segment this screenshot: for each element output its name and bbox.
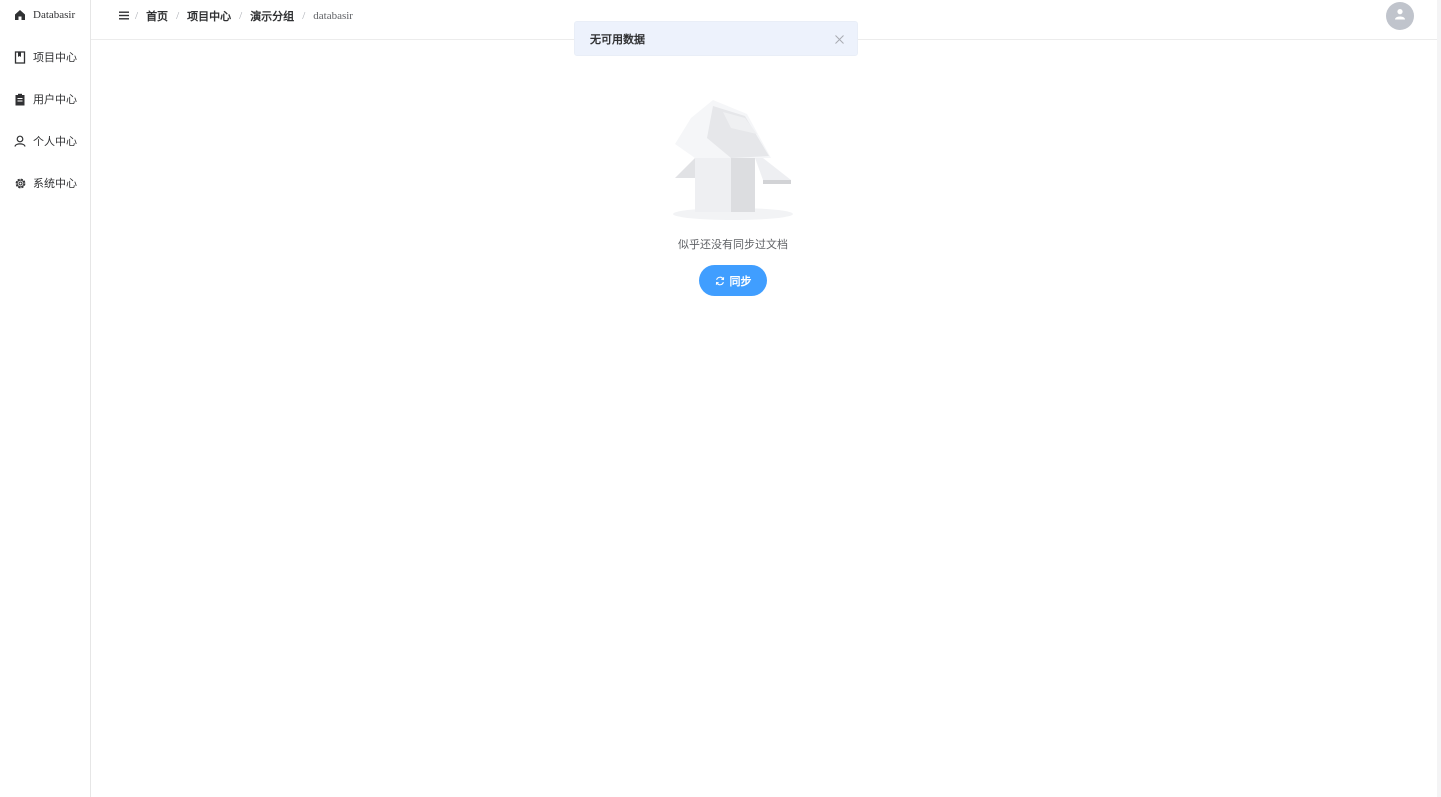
sidebar-item-label: 系统中心: [33, 178, 77, 190]
bookmark-icon: [13, 50, 27, 64]
menu-toggle-button[interactable]: [118, 9, 130, 23]
sidebar-item-label: 项目中心: [33, 52, 77, 64]
breadcrumb-separator: /: [239, 10, 243, 22]
breadcrumb-separator: /: [135, 10, 139, 22]
sidebar-item-label: 个人中心: [33, 136, 77, 148]
sidebar-item-label: Databasir: [33, 9, 76, 21]
menu-icon: [119, 7, 129, 25]
empty-box-illustration: [671, 98, 795, 222]
clipboard-icon: [13, 92, 27, 106]
breadcrumb: / 首页 / 项目中心 / 演示分组 / databasir: [135, 8, 353, 24]
refresh-icon: [715, 276, 725, 286]
user-avatar-icon: [1394, 7, 1406, 25]
breadcrumb-projects[interactable]: 项目中心: [187, 8, 231, 24]
sidebar-item-personal[interactable]: 个人中心: [0, 126, 90, 156]
user-icon: [13, 134, 27, 148]
notification-text: 无可用数据: [590, 33, 645, 46]
sidebar-item-users[interactable]: 用户中心: [0, 84, 90, 114]
empty-description: 似乎还没有同步过文档: [678, 239, 788, 251]
breadcrumb-home[interactable]: 首页: [146, 8, 168, 24]
breadcrumb-separator: /: [302, 10, 306, 22]
app-root: Databasir 项目中心 用户中心 个人中心 系统中心 / 首页 / 项目中…: [0, 0, 1441, 797]
sync-button[interactable]: 同步: [699, 265, 767, 296]
scrollbar-track: [1437, 0, 1441, 797]
breadcrumb-separator: /: [176, 10, 180, 22]
sync-button-label: 同步: [729, 275, 752, 288]
notification-message: 无可用数据: [574, 21, 858, 56]
breadcrumb-current: databasir: [313, 10, 353, 22]
breadcrumb-group[interactable]: 演示分组: [250, 8, 294, 24]
sidebar-item-home[interactable]: Databasir: [0, 0, 90, 30]
gear-icon: [13, 176, 27, 190]
home-icon: [13, 8, 27, 22]
sidebar-item-label: 用户中心: [33, 94, 77, 106]
sidebar: Databasir 项目中心 用户中心 个人中心 系统中心: [0, 0, 91, 797]
close-icon[interactable]: [833, 33, 845, 45]
sidebar-item-system[interactable]: 系统中心: [0, 168, 90, 198]
avatar[interactable]: [1386, 2, 1414, 30]
sidebar-item-projects[interactable]: 项目中心: [0, 42, 90, 72]
